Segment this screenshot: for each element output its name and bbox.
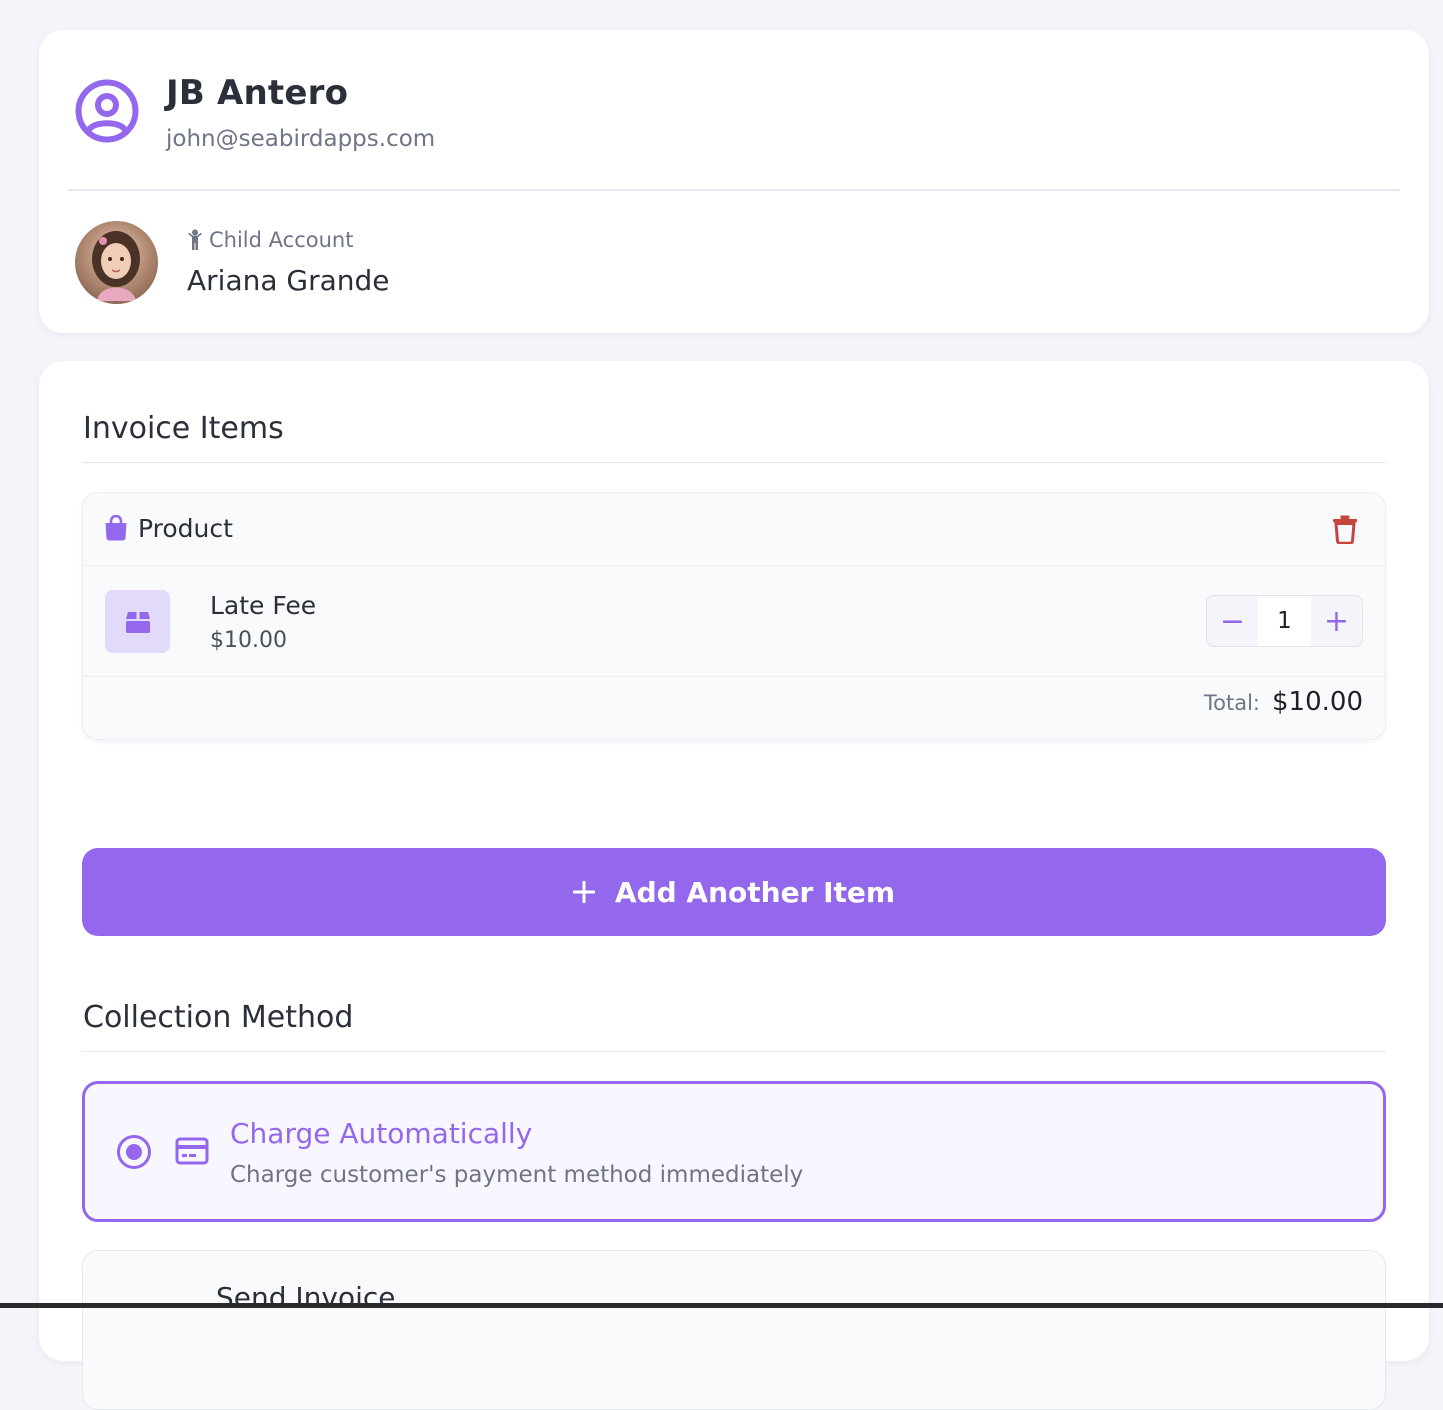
child-account-tag: Child Account <box>187 228 353 252</box>
trash-icon[interactable] <box>1332 514 1358 544</box>
box-icon <box>125 611 150 633</box>
divider <box>82 462 1386 463</box>
child-account-label: Child Account <box>209 228 354 252</box>
method-title: Send Invoice <box>216 1281 396 1314</box>
total-value: $10.00 <box>1272 687 1363 717</box>
avatar <box>75 221 158 304</box>
child-photo <box>92 231 140 301</box>
child-name: Ariana Grande <box>187 264 390 297</box>
divider <box>68 189 1400 191</box>
invoice-item-header: Product <box>83 493 1385 566</box>
divider <box>82 1051 1386 1052</box>
child-icon <box>188 229 202 250</box>
quantity-input[interactable]: 1 <box>1258 596 1311 646</box>
collection-method-title: Collection Method <box>83 1000 354 1035</box>
add-another-item-button[interactable]: Add Another Item <box>82 848 1386 936</box>
invoice-item-body: Late Fee $10.00 − 1 + <box>83 566 1385 677</box>
method-description: Charge customer's payment method immedia… <box>230 1162 804 1188</box>
total-label: Total: <box>1203 691 1261 715</box>
customer-name: JB Antero <box>166 73 349 113</box>
user-circle-icon <box>75 79 139 143</box>
invoice-items-title: Invoice Items <box>83 411 284 446</box>
quantity-stepper: − 1 + <box>1206 595 1363 647</box>
invoice-item: Product Late Fee $10.00 − 1 + Total: $10… <box>82 492 1386 740</box>
invoice-card: Invoice Items Product Late Fee $10.00 − … <box>39 361 1429 1410</box>
decrement-button[interactable]: − <box>1207 596 1258 646</box>
radio-selected[interactable] <box>117 1135 151 1169</box>
increment-button[interactable]: + <box>1311 596 1362 646</box>
plus-icon <box>572 881 595 903</box>
customer-email: john@seabirdapps.com <box>166 126 436 152</box>
item-total: Total: $10.00 <box>1204 687 1363 717</box>
method-title: Charge Automatically <box>230 1117 533 1150</box>
window-bottom-edge <box>0 1303 1443 1308</box>
product-name: Late Fee <box>210 591 317 620</box>
collection-option-charge-automatically[interactable]: Charge Automatically Charge customer's p… <box>82 1081 1386 1222</box>
shopping-bag-icon <box>105 515 127 541</box>
credit-card-icon <box>175 1137 209 1165</box>
customer-card: JB Antero john@seabirdapps.com Child Acc… <box>39 30 1429 333</box>
item-type-label: Product <box>138 514 233 543</box>
radio-dot <box>126 1144 142 1160</box>
product-thumbnail <box>105 590 170 653</box>
add-another-item-label: Add Another Item <box>614 875 896 909</box>
product-price: $10.00 <box>210 628 287 653</box>
collection-option-send-invoice[interactable]: Send Invoice <box>82 1250 1386 1410</box>
